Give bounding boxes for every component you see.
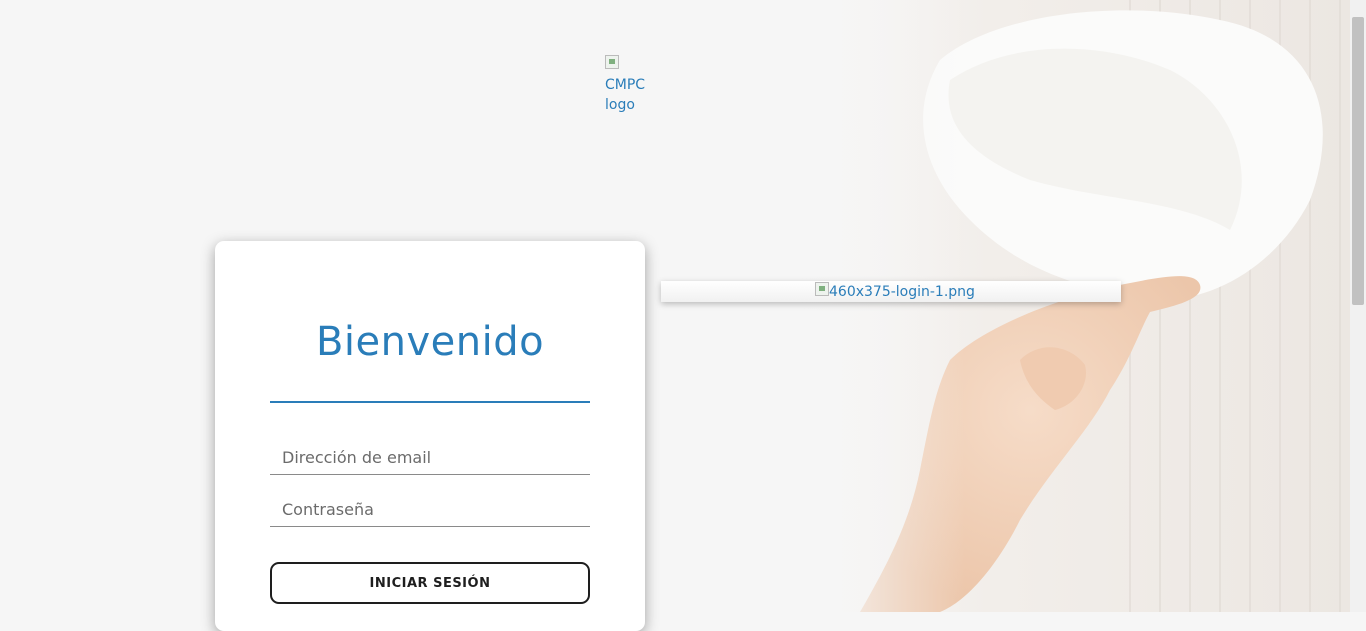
cmpc-logo: CMPC logo <box>605 55 665 115</box>
background-photo <box>800 0 1350 612</box>
email-field[interactable] <box>270 441 590 475</box>
promo-image-alt-text: 460x375-login-1.png <box>829 284 975 300</box>
broken-image-icon <box>605 55 619 69</box>
password-field[interactable] <box>270 493 590 527</box>
welcome-title: Bienvenido <box>315 319 545 365</box>
login-button[interactable]: INICIAR SESIÓN <box>270 562 590 604</box>
broken-image-icon <box>815 282 829 296</box>
logo-alt-text: CMPC logo <box>605 77 646 113</box>
promo-image: 460x375-login-1.png <box>815 282 975 302</box>
vertical-scrollbar[interactable] <box>1350 0 1366 612</box>
tissue-hand-illustration <box>800 0 1350 612</box>
title-divider <box>270 401 590 403</box>
scrollbar-thumb[interactable] <box>1352 17 1364 305</box>
login-card: Bienvenido INICIAR SESIÓN <box>215 241 645 631</box>
